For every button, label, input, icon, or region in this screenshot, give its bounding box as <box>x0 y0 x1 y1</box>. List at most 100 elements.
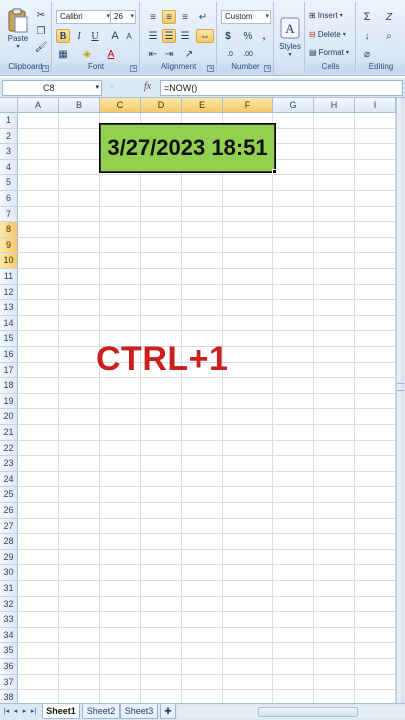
last-sheet-icon[interactable]: ▸| <box>29 707 38 717</box>
increase-indent-icon[interactable]: ⇥ <box>162 47 176 61</box>
increase-decimal-icon[interactable]: .0 <box>223 47 237 61</box>
row-header[interactable]: 18 <box>0 378 18 394</box>
italic-button[interactable]: I <box>72 29 86 43</box>
prev-sheet-icon[interactable]: ◂ <box>11 707 20 717</box>
format-button[interactable]: ▤ Format ▾ <box>309 48 349 57</box>
row-header[interactable]: 8 <box>0 222 18 238</box>
underline-button[interactable]: U <box>88 29 102 43</box>
percent-button[interactable]: % <box>241 29 255 43</box>
row-header[interactable]: 27 <box>0 518 18 535</box>
column-header[interactable]: C <box>100 98 141 113</box>
font-color-button[interactable]: A <box>104 47 118 61</box>
align-right-icon[interactable]: ☰ <box>178 29 192 43</box>
column-header[interactable]: E <box>182 98 223 113</box>
row-header[interactable]: 36 <box>0 659 18 675</box>
row-header[interactable]: 11 <box>0 269 18 285</box>
row-header[interactable]: 4 <box>0 159 18 176</box>
row-header[interactable]: 20 <box>0 409 18 425</box>
row-header[interactable]: 7 <box>0 206 18 223</box>
sort-filter-button[interactable]: Z <box>382 10 396 24</box>
orientation-icon[interactable]: ↗ <box>182 47 196 61</box>
row-header[interactable]: 3 <box>0 144 18 160</box>
insert-sheet-icon[interactable]: ✚ <box>160 704 176 719</box>
row-header[interactable]: 35 <box>0 643 18 659</box>
align-center-icon[interactable]: ☰ <box>162 29 176 43</box>
fill-handle[interactable] <box>272 169 277 174</box>
row-header[interactable]: 23 <box>0 456 18 472</box>
row-header[interactable]: 9 <box>0 237 18 254</box>
column-header[interactable]: D <box>141 98 182 113</box>
row-header[interactable]: 34 <box>0 627 18 644</box>
row-header[interactable]: 6 <box>0 191 18 207</box>
row-header[interactable]: 2 <box>0 128 18 145</box>
column-header[interactable]: A <box>18 98 59 113</box>
clear-button[interactable]: ⌀ <box>360 47 374 61</box>
column-header[interactable]: B <box>59 98 100 113</box>
row-header[interactable]: 12 <box>0 284 18 301</box>
dialog-launcher-icon[interactable]: ↘ <box>264 65 271 72</box>
font-name-select[interactable]: Calibri ▾ <box>56 10 112 24</box>
styles-button[interactable]: A Styles ▾ <box>277 8 303 66</box>
column-header[interactable]: H <box>314 98 355 113</box>
row-header[interactable]: 31 <box>0 581 18 597</box>
column-header[interactable]: G <box>273 98 314 113</box>
column-header[interactable]: I <box>355 98 396 113</box>
row-header[interactable]: 24 <box>0 471 18 488</box>
comma-button[interactable]: , <box>257 29 271 43</box>
grow-font-button[interactable]: A <box>108 29 122 43</box>
fill-color-icon[interactable]: ◈ <box>80 47 94 61</box>
formula-input[interactable]: =NOW() <box>160 80 403 96</box>
column-header[interactable]: F <box>223 98 273 113</box>
date-cell[interactable]: 3/27/2023 18:51 <box>99 123 276 173</box>
fx-button[interactable]: fx <box>144 81 151 92</box>
row-header[interactable]: 33 <box>0 612 18 628</box>
sheet-tab[interactable]: Sheet1 <box>42 704 80 719</box>
dialog-launcher-icon[interactable]: ↘ <box>130 65 137 72</box>
dialog-launcher-icon[interactable]: ↘ <box>42 65 49 72</box>
find-select-icon[interactable]: ⌕ <box>382 29 396 43</box>
row-header[interactable]: 17 <box>0 362 18 379</box>
worksheet-grid[interactable]: A B C D E F G H I 1 2 3 4 5 6 7 8 9 10 11 12 13 14 15 16 17 18 19 20… <box>0 98 405 706</box>
align-middle-icon[interactable]: ≡ <box>162 10 176 24</box>
next-sheet-icon[interactable]: ▸ <box>20 707 29 717</box>
delete-button[interactable]: ⊟ Delete ▾ <box>309 30 346 39</box>
row-header[interactable]: 14 <box>0 315 18 332</box>
cancel-icon[interactable]: ◦ <box>110 81 113 91</box>
row-header[interactable]: 25 <box>0 487 18 503</box>
align-top-icon[interactable]: ≡ <box>146 10 160 24</box>
name-box[interactable]: C8 ▾ <box>2 80 102 96</box>
row-header[interactable]: 29 <box>0 549 18 566</box>
bold-button[interactable]: B <box>56 29 70 43</box>
copy-icon[interactable]: ❐ <box>34 24 48 38</box>
paste-button[interactable]: Paste ▾ <box>4 6 32 52</box>
decrease-indent-icon[interactable]: ⇤ <box>146 47 160 61</box>
select-all-corner[interactable] <box>0 98 18 113</box>
borders-icon[interactable]: ▦ <box>56 47 70 61</box>
autosum-button[interactable]: Σ <box>360 10 374 24</box>
cut-icon[interactable]: ✂ <box>34 8 48 22</box>
format-painter-icon[interactable]: 🖌 <box>34 40 48 54</box>
row-header[interactable]: 32 <box>0 596 18 613</box>
vertical-scrollbar[interactable] <box>396 98 405 703</box>
decrease-decimal-icon[interactable]: .00 <box>241 47 255 61</box>
row-header[interactable]: 21 <box>0 425 18 441</box>
wrap-text-icon[interactable]: ↵ <box>196 10 210 24</box>
row-header[interactable]: 15 <box>0 331 18 347</box>
first-sheet-icon[interactable]: |◂ <box>2 707 11 717</box>
insert-button[interactable]: ⊞ Insert ▾ <box>309 11 343 20</box>
number-format-select[interactable]: Custom ▾ <box>221 10 271 24</box>
horizontal-scroll-thumb[interactable] <box>258 707 358 717</box>
currency-button[interactable]: $ <box>221 29 235 43</box>
row-header[interactable]: 13 <box>0 300 18 316</box>
row-header[interactable]: 37 <box>0 674 18 691</box>
row-header[interactable]: 5 <box>0 175 18 191</box>
row-header[interactable]: 22 <box>0 440 18 457</box>
align-bottom-icon[interactable]: ≡ <box>178 10 192 24</box>
align-left-icon[interactable]: ☰ <box>146 29 160 43</box>
sheet-tab[interactable]: Sheet3 <box>120 704 158 719</box>
font-size-select[interactable]: 26 ▾ <box>110 10 136 24</box>
row-header[interactable]: 1 <box>0 113 18 129</box>
shrink-font-button[interactable]: A <box>122 29 136 43</box>
merge-center-icon[interactable]: ⇔ <box>196 29 214 43</box>
row-header[interactable]: 19 <box>0 393 18 410</box>
